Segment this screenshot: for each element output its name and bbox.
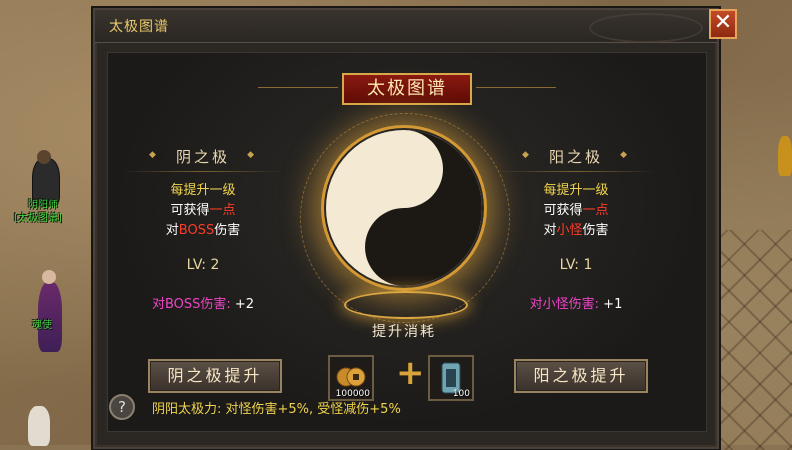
panel-heading: 太极图谱 (342, 73, 472, 105)
yin-level: LV: 2 (186, 257, 220, 273)
yin-damage: 对BOSS伤害: +2 (151, 297, 255, 312)
yang-desc-line1: 每提升一级 (543, 183, 609, 198)
npc-soul-envoy[interactable] (24, 268, 74, 358)
yin-title: 阴之极 (143, 146, 263, 168)
cloud-ornament-icon (589, 13, 703, 43)
yin-desc-line2: 可获得一点 (170, 203, 236, 218)
panel-titlebar[interactable]: 太极图谱 (95, 10, 717, 43)
yin-desc-line1: 每提升一级 (170, 183, 236, 198)
glowing-pedestal (344, 291, 468, 319)
close-button[interactable]: ✕ (709, 9, 737, 39)
npc-partial-bottom[interactable] (20, 400, 60, 446)
taiji-power-summary: 阴阳太极力: 对怪伤害+5%, 受怪减伤+5% (152, 402, 401, 417)
yang-desc-line2: 可获得一点 (543, 203, 609, 218)
panel-content: 太极图谱 阴之极 每提升一级 可获得一点 对BOSS伤害 LV: 2 对BOSS… (107, 52, 707, 432)
yin-upgrade-button[interactable]: 阴之极提升 (148, 359, 282, 393)
upgrade-cost-label: 提升消耗 (372, 324, 436, 340)
npc-name-label: 魂使 (32, 320, 52, 331)
yang-title: 阳之极 (516, 146, 636, 168)
token-quantity: 100 (452, 389, 470, 399)
taiji-panel: 太极图谱 太极图谱 阴之极 每提升一级 可获得一点 对BOSS伤害 LV: 2 … (93, 8, 719, 449)
yang-title-divider (496, 171, 656, 172)
yin-title-divider (123, 171, 283, 172)
npc-title-label: [太极图谱] (14, 213, 62, 224)
cost-slot-gold[interactable]: 100000 (328, 355, 374, 401)
cost-slot-token[interactable]: 100 (428, 355, 474, 401)
help-button[interactable]: ? (109, 394, 135, 420)
yang-description: 每提升一级 可获得一点 对小怪伤害 (496, 181, 656, 241)
heading-divider-left (258, 87, 338, 88)
yin-desc-line3: 对BOSS伤害 (165, 223, 241, 238)
heading-divider-right (476, 87, 556, 88)
npc-partial-right[interactable] (776, 130, 792, 190)
plus-icon: + (396, 353, 425, 393)
yin-description: 每提升一级 可获得一点 对BOSS伤害 (123, 181, 283, 241)
yang-desc-line3: 对小怪伤害 (543, 223, 609, 238)
yang-damage: 对小怪伤害: +1 (529, 297, 623, 312)
yin-yang-icon (324, 128, 484, 288)
panel-title: 太极图谱 (109, 19, 169, 35)
yang-level: LV: 1 (559, 257, 593, 273)
yang-upgrade-button[interactable]: 阳之极提升 (514, 359, 648, 393)
